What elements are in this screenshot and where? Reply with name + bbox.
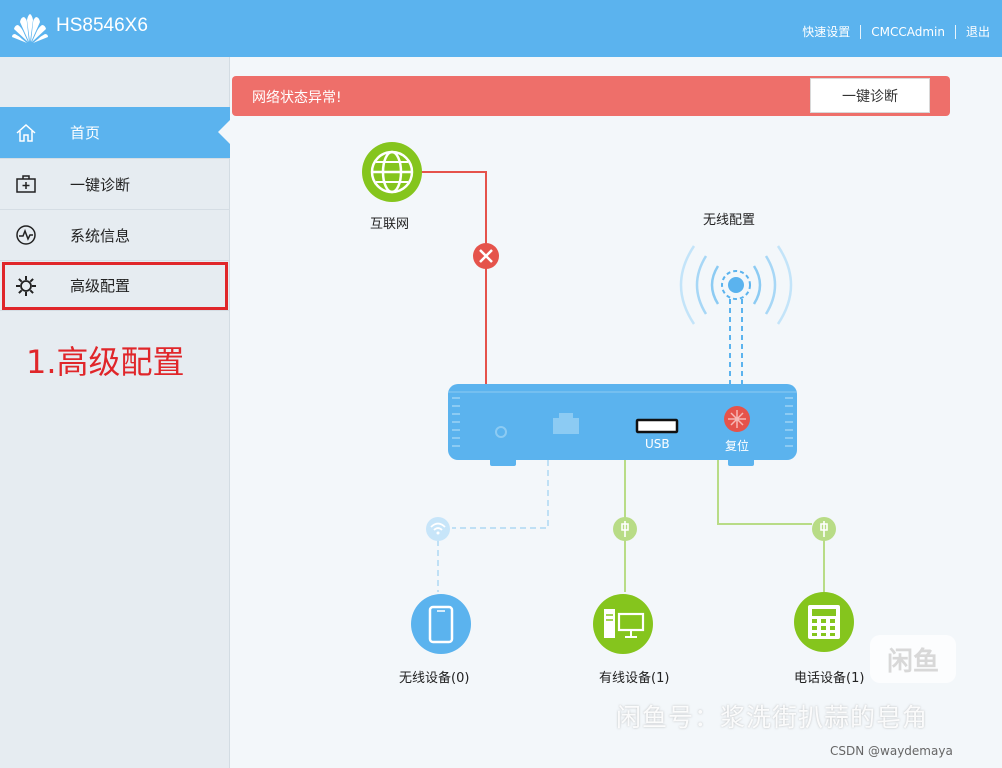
internet-globe-icon[interactable] <box>362 142 422 202</box>
network-topology-diagram <box>362 142 854 654</box>
antenna-line <box>729 299 743 384</box>
wired-devices-label[interactable]: 有线设备(1) <box>599 667 669 686</box>
wireless-signal-icon[interactable] <box>679 245 793 325</box>
telephone-icon[interactable] <box>794 592 854 652</box>
internet-link-line <box>420 171 487 384</box>
wifi-connector-icon <box>426 517 450 541</box>
watermark-text: 闲鱼号：浆洗街扒蒜的皂角 <box>616 703 929 732</box>
wireless-devices-link <box>452 460 549 529</box>
computer-icon[interactable] <box>593 594 653 654</box>
ethernet-connector-icon <box>613 517 637 541</box>
wireless-devices-label[interactable]: 无线设备(0) <box>399 667 469 686</box>
reset-label: 复位 <box>725 439 750 453</box>
phone-connector-icon <box>812 517 836 541</box>
usb-label: USB <box>645 437 670 451</box>
reset-button-icon[interactable] <box>724 406 750 432</box>
internet-label: 互联网 <box>370 217 410 232</box>
xianyu-watermark-badge: 闲鱼 <box>870 635 956 683</box>
wireless-config-label[interactable]: 无线配置 <box>703 209 755 228</box>
connection-error-icon <box>473 243 499 269</box>
csdn-credit: CSDN @waydemaya <box>830 744 953 758</box>
usb-port-icon <box>635 418 679 434</box>
mobile-phone-icon[interactable] <box>411 594 471 654</box>
phone-devices-link <box>717 460 825 592</box>
phone-devices-label[interactable]: 电话设备(1) <box>794 667 864 686</box>
